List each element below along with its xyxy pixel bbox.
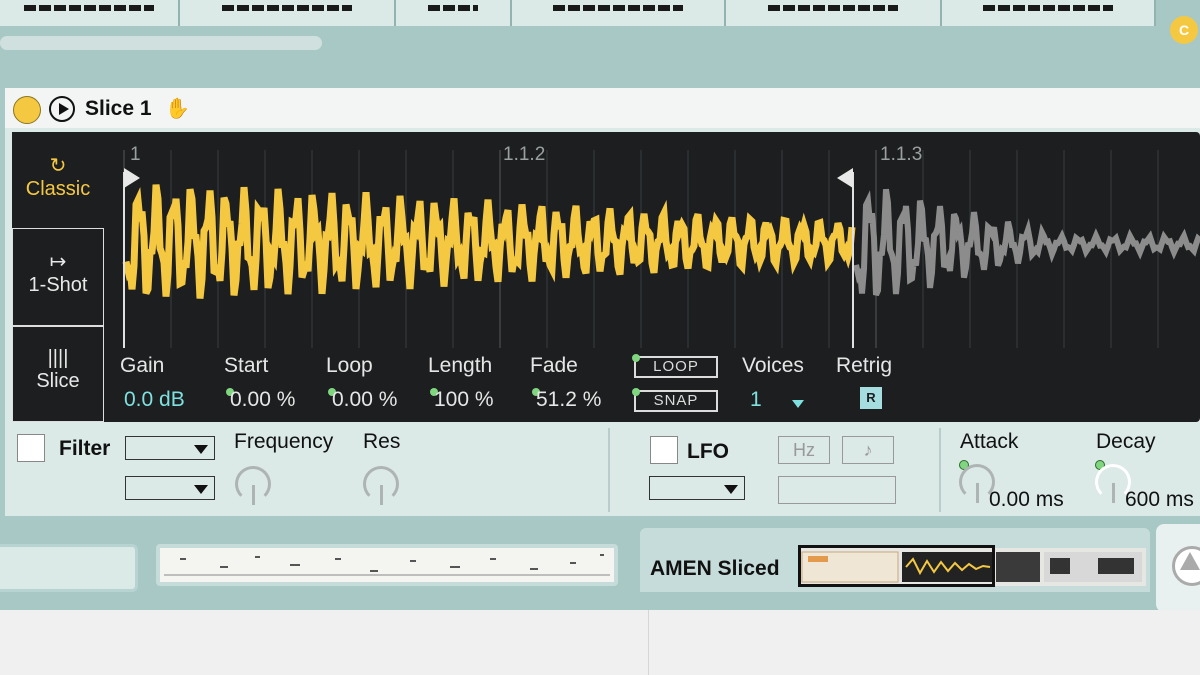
start-label: Start: [224, 354, 269, 377]
track-cell[interactable]: [180, 0, 396, 26]
arrow-to-bar-icon: ↦: [49, 251, 67, 273]
slice-bars-icon: ||||: [47, 347, 69, 369]
floor-divider: [648, 610, 649, 675]
waveform-active: [122, 184, 856, 299]
frequency-knob[interactable]: [235, 466, 271, 505]
start-value[interactable]: 0.00 %: [230, 388, 295, 412]
loop-toggle[interactable]: LOOP: [634, 356, 718, 378]
chevron-down-icon[interactable]: [792, 400, 804, 408]
loop-arrow-icon: ↻: [49, 155, 67, 177]
hand-icon: ✋: [165, 98, 190, 120]
modulation-dot: [632, 354, 640, 362]
mode-1shot-button[interactable]: ↦ 1-Shot: [12, 228, 104, 326]
mode-slice-button[interactable]: |||| Slice: [12, 326, 104, 422]
selected-device-frame[interactable]: [798, 545, 995, 587]
lfo-waveform-dropdown[interactable]: [649, 476, 745, 500]
waveform-display[interactable]: 1 1.1.2 1.1.3: [112, 132, 1200, 348]
decay-label: Decay: [1096, 430, 1156, 453]
filter-label: Filter: [59, 437, 111, 460]
loop-label: Loop: [326, 354, 373, 377]
clip-overview[interactable]: [156, 544, 618, 586]
voices-value[interactable]: 1: [750, 388, 762, 412]
attack-label: Attack: [960, 430, 1019, 453]
horizontal-scrollbar[interactable]: [0, 36, 322, 50]
device-title: Slice 1: [85, 97, 152, 120]
filter-type-dropdown[interactable]: [125, 436, 215, 460]
track-meter: [983, 5, 1113, 11]
resonance-knob[interactable]: [363, 466, 399, 505]
decay-value[interactable]: 600 ms: [1125, 488, 1194, 512]
track-cell[interactable]: [512, 0, 726, 26]
filter-circuit-dropdown[interactable]: [125, 476, 215, 500]
end-marker-flag[interactable]: [837, 168, 853, 188]
retrig-button[interactable]: R: [860, 387, 882, 409]
track-cell[interactable]: [942, 0, 1156, 26]
waveform-inactive: [853, 188, 1200, 297]
fade-label: Fade: [530, 354, 578, 377]
section-divider: [608, 428, 610, 512]
snap-toggle[interactable]: SNAP: [634, 390, 718, 412]
length-value[interactable]: 100 %: [434, 388, 494, 412]
lfo-rate-field[interactable]: [778, 476, 896, 504]
modulation-dot: [632, 388, 640, 396]
attack-value[interactable]: 0.00 ms: [989, 488, 1064, 512]
frequency-label: Frequency: [234, 430, 334, 453]
c-badge[interactable]: C: [1170, 16, 1198, 44]
ruler-label: 1.1.3: [880, 144, 922, 165]
sample-panel: ↻ Classic ↦ 1-Shot |||| Slice 1 1.1.2 1.…: [12, 132, 1200, 422]
filter-toggle-checkbox[interactable]: [17, 434, 45, 462]
mode-label: Slice: [36, 370, 80, 392]
track-meter: [222, 5, 352, 11]
ruler-label: 1: [130, 144, 141, 165]
loop-value[interactable]: 0.00 %: [332, 388, 397, 412]
section-divider: [939, 428, 941, 512]
track-cell[interactable]: [0, 0, 180, 26]
start-marker-flag[interactable]: [124, 168, 140, 188]
track-meter: [24, 5, 154, 11]
track-meter: [428, 5, 478, 11]
left-clip-tab[interactable]: [0, 544, 138, 592]
fade-value[interactable]: 51.2 %: [536, 388, 601, 412]
gain-label: Gain: [120, 354, 165, 377]
ruler-label: 1.1.2: [503, 144, 545, 165]
mode-classic-button[interactable]: ↻ Classic: [12, 132, 104, 228]
length-label: Length: [428, 354, 493, 377]
retrig-label: Retrig: [836, 354, 893, 377]
simpler-device: Slice 1 ✋ ↻ Classic ↦ 1-Shot |||| Slice …: [5, 88, 1200, 516]
voices-label: Voices: [742, 354, 804, 377]
lfo-toggle-checkbox[interactable]: [650, 436, 678, 464]
track-cell[interactable]: [726, 0, 942, 26]
window-floor: [0, 610, 1200, 675]
res-label: Res: [363, 430, 401, 453]
lfo-hz-button[interactable]: Hz: [778, 436, 830, 464]
track-cell[interactable]: [396, 0, 512, 26]
track-meter: [553, 5, 683, 11]
gain-value[interactable]: 0.0 dB: [124, 388, 185, 412]
device-activator-button[interactable]: [13, 96, 41, 124]
lfo-label: LFO: [687, 440, 729, 463]
mode-label: 1-Shot: [28, 274, 88, 296]
clip-name: AMEN Sliced: [650, 557, 780, 580]
mode-label: Classic: [25, 178, 91, 200]
clip-overview-marks: [164, 554, 610, 576]
play-icon[interactable]: [49, 96, 75, 122]
up-arrow-icon: [1180, 552, 1200, 570]
device-header: Slice 1 ✋: [5, 88, 1200, 128]
note-icon[interactable]: ♪: [842, 436, 894, 464]
track-meter: [768, 5, 898, 11]
